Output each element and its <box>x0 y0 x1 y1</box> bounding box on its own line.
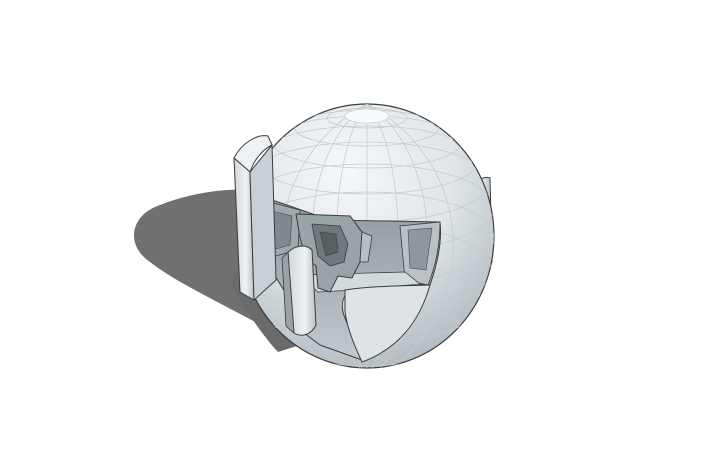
model-render <box>133 103 495 369</box>
model-viewport[interactable] <box>0 0 725 453</box>
fin-front <box>281 245 317 336</box>
fin-left <box>233 135 277 302</box>
